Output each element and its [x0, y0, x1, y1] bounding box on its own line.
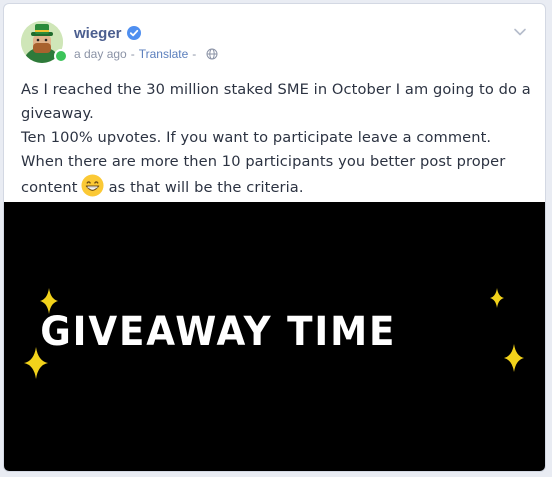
post-meta: a day ago - Translate -	[74, 46, 218, 62]
sparkle-icon	[490, 288, 504, 308]
post-paragraph: As I reached the 30 million staked SME i…	[21, 81, 531, 122]
online-status-indicator	[54, 49, 68, 63]
translate-link[interactable]: Translate	[139, 47, 189, 61]
post-paragraph: content as that will be the criteria.	[21, 174, 533, 200]
globe-icon	[206, 48, 218, 60]
post-paragraph: When there are more then 10 participants…	[21, 153, 506, 170]
grinning-face-emoji-icon	[81, 174, 104, 197]
chevron-down-icon[interactable]	[513, 27, 527, 37]
post-body: As I reached the 30 million staked SME i…	[21, 78, 533, 200]
author-name[interactable]: wieger	[74, 25, 122, 42]
giveaway-title: GIVEAWAY TIME	[40, 309, 397, 355]
post-paragraph: Ten 100% upvotes. If you want to partici…	[21, 129, 492, 146]
meta-separator: -	[192, 47, 197, 61]
post-text: as that will be the criteria.	[108, 179, 304, 196]
meta-separator: -	[130, 47, 135, 61]
post-timestamp[interactable]: a day ago	[74, 47, 127, 61]
post-header: wieger a day ago - Translate -	[21, 21, 533, 65]
post-image[interactable]: GIVEAWAY TIME	[4, 202, 545, 471]
post-card: wieger a day ago - Translate - As I reac…	[3, 3, 546, 472]
verified-badge-icon	[126, 26, 141, 40]
post-text: content	[21, 179, 78, 196]
author-row: wieger	[74, 23, 141, 43]
